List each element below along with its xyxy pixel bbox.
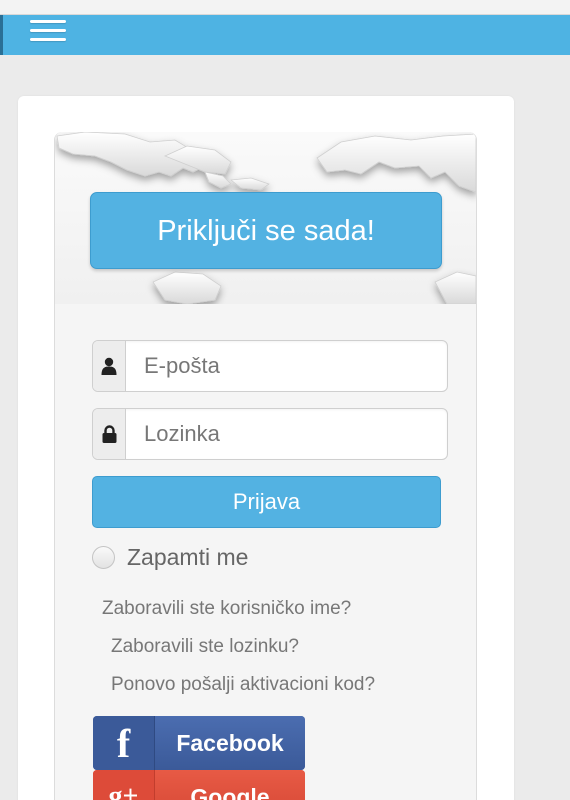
join-now-button[interactable]: Priključi se sada! xyxy=(90,192,442,269)
google-plus-icon: g+ xyxy=(93,770,155,800)
remember-me-label: Zapamti me xyxy=(127,543,249,570)
remember-me-checkbox[interactable] xyxy=(92,545,115,569)
resend-activation-link[interactable]: Ponovo pošalji aktivacioni kod? xyxy=(111,674,375,696)
lock-icon xyxy=(93,409,126,459)
password-input[interactable] xyxy=(127,409,447,459)
top-nav-bar xyxy=(0,15,570,55)
forgot-username-link[interactable]: Zaboravili ste korisničko ime? xyxy=(102,598,351,620)
facebook-label: Facebook xyxy=(155,716,305,770)
world-map-banner: Priključi se sada! xyxy=(55,132,476,304)
login-button[interactable]: Prijava xyxy=(92,476,441,528)
password-field xyxy=(92,408,448,460)
forgot-password-link[interactable]: Zaboravili ste lozinku? xyxy=(111,636,299,658)
google-label: Google xyxy=(155,770,305,800)
facebook-icon: f xyxy=(93,716,155,770)
login-panel: Priključi se sada! Prijava Zapamti me Za… xyxy=(54,132,477,800)
remember-me-toggle[interactable]: Zapamti me xyxy=(92,542,248,572)
google-login-button[interactable]: g+ Google xyxy=(93,770,305,800)
user-icon xyxy=(93,341,126,391)
email-input[interactable] xyxy=(127,341,447,391)
email-field xyxy=(92,340,448,392)
facebook-login-button[interactable]: f Facebook xyxy=(93,716,305,770)
hamburger-menu-icon[interactable] xyxy=(30,20,66,48)
status-bar xyxy=(0,0,570,15)
